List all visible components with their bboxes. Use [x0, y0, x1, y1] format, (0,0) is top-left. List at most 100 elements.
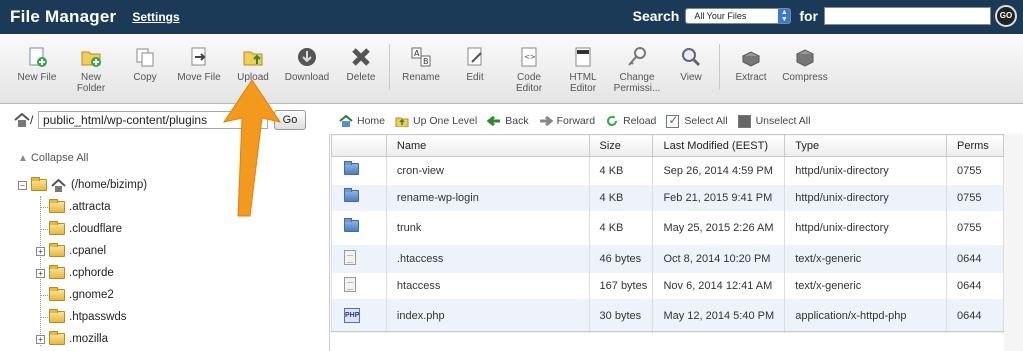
- edit-icon: [467, 47, 482, 66]
- collapse-all-link[interactable]: ▲ Collapse All: [18, 152, 88, 164]
- expand-toggle-icon[interactable]: +: [36, 246, 45, 256]
- download-button[interactable]: Download: [277, 46, 337, 83]
- table-header-row: Name Size Last Modified (EEST) Type Perm…: [331, 134, 1004, 157]
- forward-button[interactable]: Forward: [539, 115, 596, 127]
- row-icon-cell: PHP: [331, 298, 387, 333]
- file-type: httpd/unix-directory: [784, 210, 947, 245]
- html-editor-button[interactable]: HTML Editor: [553, 46, 613, 94]
- column-header-type[interactable]: Type: [784, 134, 947, 157]
- code-editor-icon: <>: [521, 47, 537, 67]
- table-row[interactable]: .htaccess 46 bytes Oct 8, 2014 10:20 PM …: [331, 244, 1004, 273]
- file-name[interactable]: index.php: [385, 298, 590, 333]
- tree-item-label: .cpanel: [69, 245, 107, 257]
- new-file-button[interactable]: New File: [7, 46, 67, 83]
- code-editor-label: Code Editor: [515, 72, 543, 94]
- new-file-icon: [29, 47, 47, 67]
- file-name[interactable]: cron-view: [385, 156, 590, 185]
- table-row[interactable]: htaccess 167 bytes Nov 6, 2014 12:41 AM …: [331, 272, 1004, 299]
- table-row[interactable]: rename-wp-login 4 KB Feb 21, 2015 9:41 P…: [331, 184, 1004, 211]
- toolbar-divider: [719, 44, 720, 90]
- settings-link[interactable]: Settings: [132, 10, 179, 24]
- file-name[interactable]: rename-wp-login: [385, 184, 590, 211]
- unselect-all-label: Unselect All: [755, 115, 811, 127]
- collapse-toggle-icon[interactable]: −: [18, 180, 27, 190]
- file-perms[interactable]: 0644: [946, 244, 1004, 273]
- file-modified: Feb 21, 2015 9:41 PM: [652, 184, 786, 211]
- expand-toggle-icon[interactable]: +: [36, 268, 45, 278]
- compress-icon: [795, 49, 815, 67]
- new-folder-button[interactable]: New Folder: [61, 46, 121, 94]
- change-permissions-button[interactable]: Change Permissi...: [607, 46, 667, 94]
- tree-item[interactable]: .cloudflare: [49, 221, 122, 237]
- download-label: Download: [284, 72, 330, 83]
- column-header-perms[interactable]: Perms: [946, 134, 1004, 157]
- select-all-button[interactable]: Select All: [666, 113, 728, 128]
- tree-item-label: .cloudflare: [69, 223, 123, 235]
- home-icon[interactable]: [14, 113, 30, 127]
- html-editor-label: HTML Editor: [569, 72, 597, 94]
- tree-item[interactable]: .gnome2: [49, 287, 114, 303]
- folder-icon: [49, 243, 65, 257]
- folder-icon: [49, 265, 65, 279]
- reload-button[interactable]: Reload: [605, 115, 656, 127]
- svg-text:A: A: [414, 49, 420, 58]
- home-nav-button[interactable]: Home: [339, 115, 385, 127]
- view-button[interactable]: View: [661, 46, 721, 83]
- tree-root[interactable]: − (/home/bizimp): [18, 177, 147, 193]
- reload-icon: [607, 115, 618, 126]
- change-permissions-label: Change Permissi...: [613, 72, 661, 94]
- delete-button[interactable]: Delete: [331, 46, 391, 83]
- file-perms[interactable]: 0644: [946, 272, 1004, 299]
- icon-column-header: [331, 134, 387, 157]
- back-button[interactable]: Back: [487, 115, 529, 127]
- extract-label: Extract: [735, 72, 767, 83]
- select-arrows-icon: ▲ ▼: [778, 9, 791, 23]
- forward-label: Forward: [556, 115, 596, 127]
- edit-button[interactable]: Edit: [445, 46, 505, 83]
- tree-item[interactable]: + .cpanel: [36, 243, 106, 259]
- search-area: Search All Your Files ▲ ▼ for GO: [633, 5, 1017, 27]
- tree-item-label: .htpasswds: [69, 311, 127, 323]
- up-one-level-button[interactable]: Up One Level: [395, 115, 477, 127]
- file-perms[interactable]: 0755: [946, 156, 1004, 185]
- move-file-label: Move File: [177, 72, 221, 83]
- copy-button[interactable]: Copy: [115, 46, 175, 83]
- file-perms[interactable]: 0755: [946, 184, 1004, 211]
- search-go-button[interactable]: GO: [995, 5, 1017, 27]
- code-editor-button[interactable]: <> Code Editor: [499, 46, 559, 94]
- collapse-all-label: Collapse All: [30, 152, 89, 164]
- tree-item[interactable]: + .cphorde: [36, 265, 114, 281]
- file-table: Name Size Last Modified (EEST) Type Perm…: [331, 134, 1004, 333]
- search-label: Search: [632, 8, 680, 24]
- search-scope-select[interactable]: All Your Files ▲ ▼: [685, 8, 792, 24]
- file-perms[interactable]: 0644: [946, 298, 1004, 333]
- top-header: File Manager Settings Search All Your Fi…: [0, 0, 1023, 34]
- extract-button[interactable]: Extract: [721, 46, 781, 83]
- file-name[interactable]: trunk: [385, 210, 590, 245]
- file-perms[interactable]: 0755: [946, 210, 1004, 245]
- folder-icon: [49, 309, 65, 323]
- column-header-name[interactable]: Name: [385, 134, 590, 157]
- tree-item[interactable]: + .mozilla: [36, 331, 108, 347]
- file-modified: May 12, 2014 5:40 PM: [652, 298, 786, 333]
- file-size: 4 KB: [588, 184, 654, 211]
- table-row[interactable]: cron-view 4 KB Sep 26, 2014 4:59 PM http…: [331, 156, 1004, 185]
- expand-toggle-icon[interactable]: +: [36, 334, 45, 344]
- compress-button[interactable]: Compress: [775, 46, 835, 83]
- new-file-label: New File: [17, 72, 57, 83]
- back-arrow-icon: [487, 115, 501, 127]
- table-row[interactable]: PHP index.php 30 bytes May 12, 2014 5:40…: [331, 298, 1004, 333]
- table-row[interactable]: trunk 4 KB May 25, 2015 2:26 AM httpd/un…: [331, 210, 1004, 245]
- rename-button[interactable]: AB Rename: [391, 46, 451, 83]
- file-name[interactable]: .htaccess: [385, 244, 590, 273]
- tree-item[interactable]: .attracta: [49, 199, 111, 215]
- column-header-size[interactable]: Size: [588, 134, 654, 157]
- tree-item[interactable]: .htpasswds: [49, 309, 127, 325]
- search-input[interactable]: [824, 7, 991, 25]
- file-name[interactable]: htaccess: [385, 272, 590, 299]
- extract-icon: [741, 51, 761, 67]
- tree-item-label: .attracta: [69, 201, 111, 213]
- unselect-all-button[interactable]: Unselect All: [737, 114, 811, 128]
- column-header-modified[interactable]: Last Modified (EEST): [652, 134, 786, 157]
- folder-icon: [49, 199, 65, 213]
